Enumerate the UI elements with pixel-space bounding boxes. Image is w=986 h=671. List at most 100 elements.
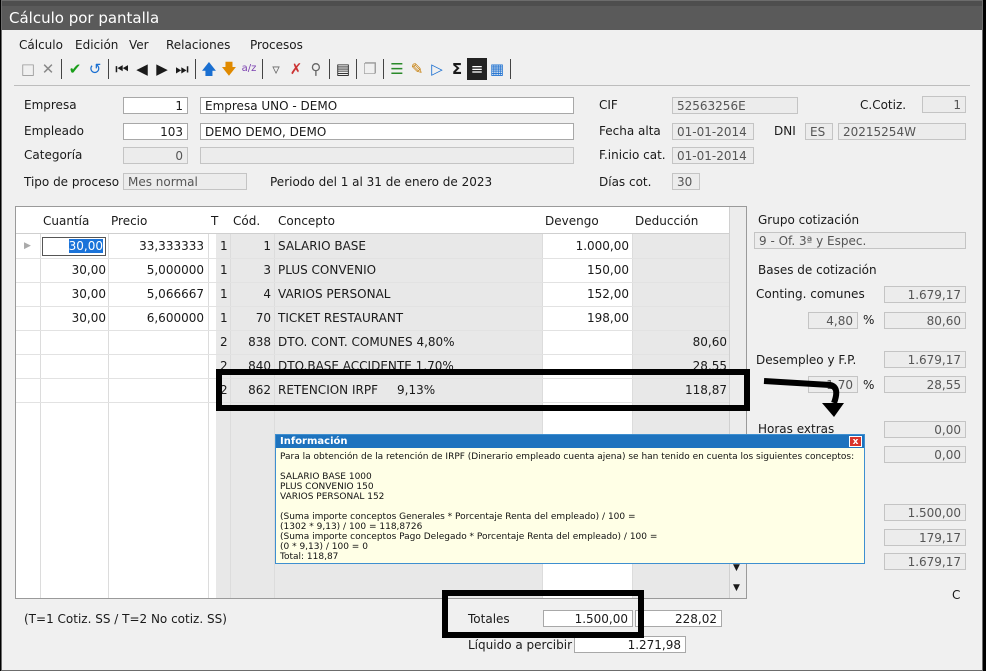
- t-cell: 1: [220, 239, 228, 253]
- menu-edicion[interactable]: Edición: [75, 38, 118, 52]
- empleado-label: Empleado: [24, 124, 84, 138]
- tipo-legend: (T=1 Cotiz. SS / T=2 No cotiz. SS): [24, 612, 227, 626]
- grupo-cotizacion-field: 9 - Of. 3ª y Espec.: [754, 232, 966, 249]
- devengo-cell[interactable]: 152,00: [542, 287, 629, 301]
- desempleo-amount: 28,55: [884, 376, 966, 393]
- execute-icon[interactable]: ▷: [427, 58, 447, 80]
- menu-ver[interactable]: Ver: [129, 38, 149, 52]
- copy-icon[interactable]: ❐: [360, 58, 380, 80]
- table-row[interactable]: 30,00 6,600000 1 70 TICKET RESTAURANT 19…: [16, 307, 746, 331]
- concepto-cell: DTO. CONT. COMUNES 4,80%: [278, 335, 455, 349]
- new-document-icon[interactable]: □: [18, 58, 38, 80]
- categoria-code-field: 0: [123, 147, 188, 164]
- finicio-field: 01-01-2014: [672, 147, 754, 164]
- col-devengo[interactable]: Devengo: [545, 214, 599, 228]
- precio-cell[interactable]: 33,333333: [108, 239, 204, 253]
- empresa-name-field[interactable]: Empresa UNO - DEMO: [200, 97, 574, 114]
- periodo-text: Periodo del 1 al 31 de enero de 2023: [270, 175, 493, 189]
- list-icon[interactable]: ☰: [387, 58, 407, 80]
- base-total-field: 1.679,17: [884, 553, 966, 570]
- col-t[interactable]: T: [211, 214, 218, 228]
- sort-az-icon[interactable]: a/z: [239, 58, 259, 80]
- calculation-detail-icon[interactable]: ≡: [467, 58, 487, 80]
- cuantia-cell[interactable]: 30,00: [40, 263, 106, 277]
- toolbar-separator: [383, 59, 384, 79]
- table-row[interactable]: 30,00 5,066667 1 4 VARIOS PERSONAL 152,0…: [16, 283, 746, 307]
- clear-filter-icon[interactable]: ✗: [286, 58, 306, 80]
- close-icon[interactable]: x: [849, 436, 862, 447]
- first-record-icon[interactable]: ⏮: [112, 58, 132, 80]
- desempleo-base: 1.679,17: [884, 351, 966, 368]
- concepto-cell: VARIOS PERSONAL: [278, 287, 391, 301]
- menu-calculo[interactable]: Cálculo: [19, 38, 63, 52]
- horas-extras-field: 0,00: [884, 421, 966, 438]
- toolbar-divider: [14, 85, 970, 86]
- liquido-label: Líquido a percibir: [468, 638, 573, 652]
- dni-field: 20215254W: [838, 123, 966, 140]
- cuantia-cell[interactable]: 30,00: [40, 311, 106, 325]
- cif-label: CIF: [599, 98, 618, 112]
- col-cuantia[interactable]: Cuantía: [43, 214, 89, 228]
- table-row[interactable]: 30,00 5,000000 1 3 PLUS CONVENIO 150,00: [16, 259, 746, 283]
- grid-view-icon[interactable]: ▤: [333, 58, 353, 80]
- table-row[interactable]: 2 838 DTO. CONT. COMUNES 4,80% 80,60: [16, 331, 746, 355]
- menu-relaciones[interactable]: Relaciones: [166, 38, 230, 52]
- desempleo-label: Desempleo y F.P.: [756, 353, 857, 367]
- deduccion-cell: 80,60: [692, 335, 727, 349]
- scroll-end-icon[interactable]: ▼: [733, 583, 740, 593]
- conting-comunes-label: Conting. comunes: [756, 287, 865, 301]
- t-cell: 1: [220, 311, 228, 325]
- precio-cell[interactable]: 5,066667: [108, 287, 204, 301]
- cod-cell: 4: [263, 287, 271, 301]
- row-indicator-icon: ▶: [24, 241, 31, 251]
- table-row[interactable]: ▶ 30,00 33,333333 1 1 SALARIO BASE 1.000…: [16, 235, 746, 259]
- export-icon[interactable]: ▦: [487, 58, 507, 80]
- t-cell: 2: [220, 335, 228, 349]
- menu-bar: Cálculo Edición Ver Relaciones Procesos: [2, 36, 982, 54]
- empresa-code-field[interactable]: 1: [123, 97, 188, 114]
- toolbar-separator: [329, 59, 330, 79]
- precio-cell[interactable]: 5,000000: [108, 263, 204, 277]
- empresa-label: Empresa: [24, 98, 77, 112]
- col-deduccion[interactable]: Deducción: [635, 214, 698, 228]
- info-popup-title: Información: [280, 436, 348, 447]
- delete-icon[interactable]: ✕: [38, 58, 58, 80]
- ccotiz-label: C.Cotiz.: [860, 98, 907, 112]
- concepto-cell: TICKET RESTAURANT: [278, 311, 404, 325]
- col-precio[interactable]: Precio: [111, 214, 147, 228]
- pct-sign: %: [863, 378, 875, 392]
- previous-record-icon[interactable]: ◀: [132, 58, 152, 80]
- edit-pencil-icon[interactable]: ✎: [407, 58, 427, 80]
- devengo-cell[interactable]: 198,00: [542, 311, 629, 325]
- next-record-icon[interactable]: ▶: [152, 58, 172, 80]
- cuantia-cell[interactable]: 30,00: [40, 287, 106, 301]
- highlight-totales: [442, 590, 644, 638]
- ccotiz-field: 1: [922, 96, 966, 113]
- devengo-cell[interactable]: 150,00: [542, 263, 629, 277]
- empleado-name-field[interactable]: DEMO DEMO, DEMO: [200, 123, 574, 140]
- dni-label: DNI: [774, 124, 796, 138]
- toolbar-separator: [510, 59, 511, 79]
- liquido-value: 1.271,98: [574, 636, 686, 653]
- menu-procesos[interactable]: Procesos: [250, 38, 303, 52]
- cuantia-cell-editing[interactable]: 30,00: [42, 237, 106, 256]
- sort-up-icon[interactable]: 🡅: [199, 58, 219, 80]
- conting-comunes-pct: 4,80: [808, 312, 858, 329]
- sort-down-icon[interactable]: 🡇: [219, 58, 239, 80]
- precio-cell[interactable]: 6,600000: [108, 311, 204, 325]
- categoria-label: Categoría: [24, 148, 83, 162]
- last-record-icon[interactable]: ⏭: [172, 58, 192, 80]
- tipo-proceso-label: Tipo de proceso: [24, 175, 120, 189]
- empleado-code-field[interactable]: 103: [123, 123, 188, 140]
- toolbar-separator: [262, 59, 263, 79]
- filter-icon[interactable]: ▿: [266, 58, 286, 80]
- search-icon[interactable]: ⚲: [306, 58, 326, 80]
- undo-icon[interactable]: ↺: [85, 58, 105, 80]
- totales-deduccion: 228,02: [635, 610, 722, 627]
- col-cod[interactable]: Cód.: [233, 214, 260, 228]
- devengo-cell[interactable]: 1.000,00: [542, 239, 629, 253]
- sum-icon[interactable]: Σ: [447, 58, 467, 80]
- t-cell: 1: [220, 287, 228, 301]
- accept-check-icon[interactable]: ✔: [65, 58, 85, 80]
- col-concepto[interactable]: Concepto: [278, 214, 335, 228]
